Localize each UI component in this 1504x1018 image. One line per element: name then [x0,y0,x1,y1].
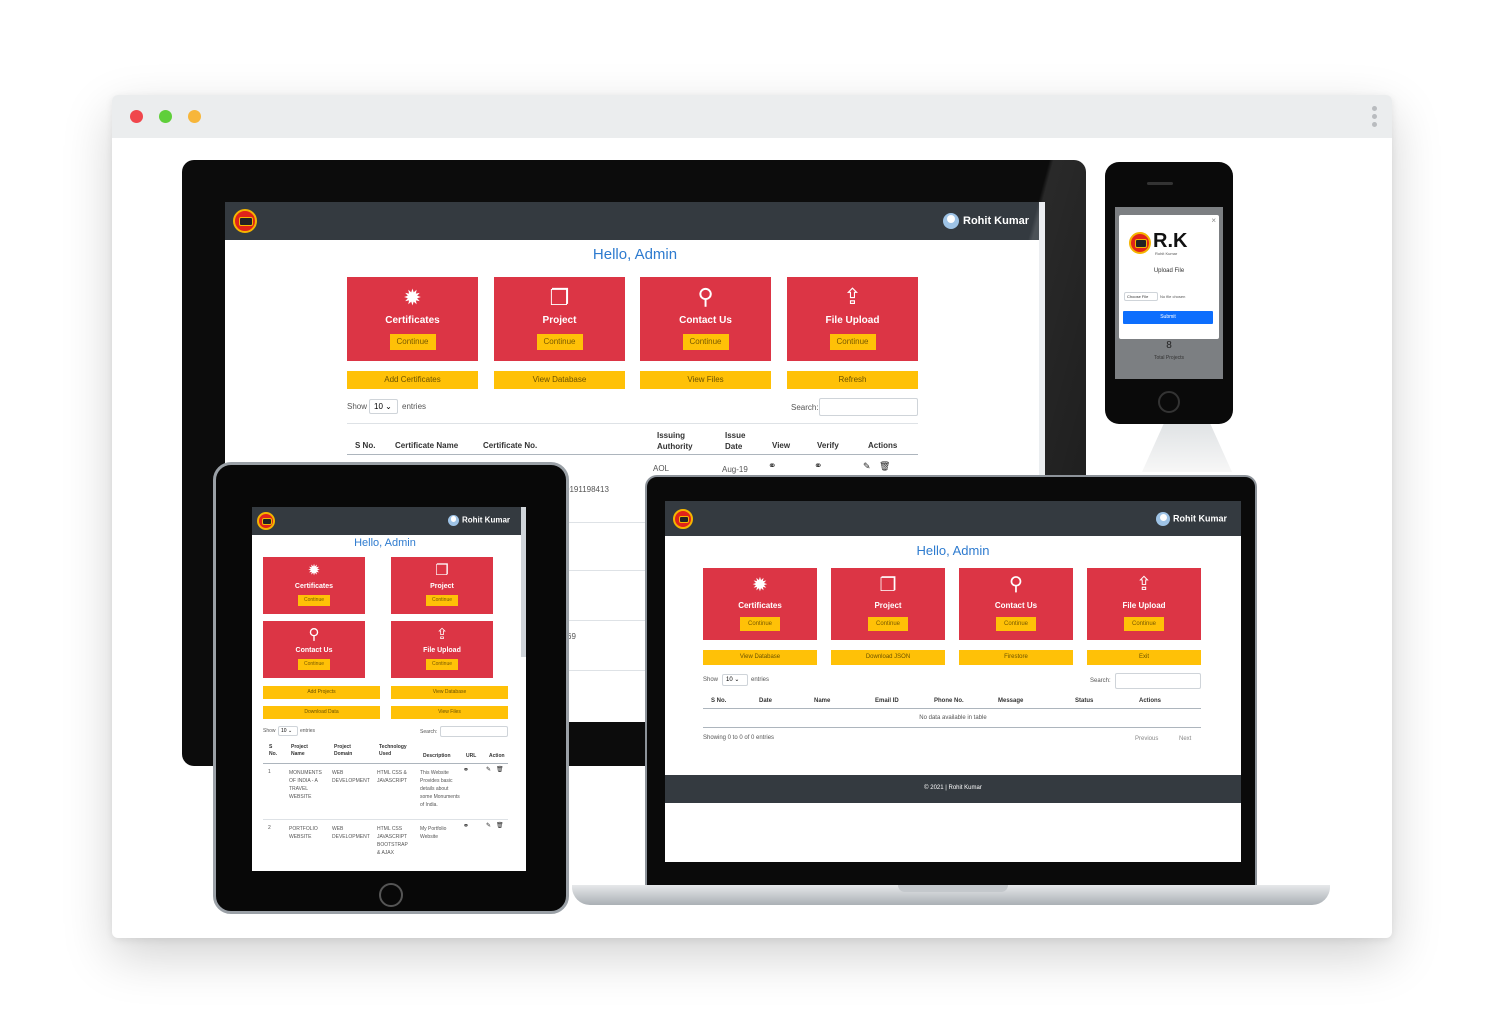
greeting: Hello, Admin [916,543,990,558]
tile-certificates[interactable]: ✹ Certificates Continue [263,557,365,614]
user-menu[interactable]: Rohit Kumar [1156,512,1227,526]
footer: © 2021 | Rohit Kumar [665,775,1241,803]
view-database-button[interactable]: View Database [494,371,625,389]
upload-modal: × R.K Rohit Kumar Upload File Choose Fil… [1119,215,1219,339]
laptop-navbar: Rohit Kumar [665,501,1241,536]
tile-project[interactable]: ❐ Project Continue [494,277,625,361]
laptop-screen: Rohit Kumar Hello, Admin ✹ Certificates … [665,501,1241,862]
trash-icon[interactable]: 🗑 [496,822,504,829]
certificate-icon: ✹ [752,575,768,596]
maximize-dot-icon[interactable] [159,110,172,123]
tile-certificates[interactable]: ✹ Certificates Continue [703,568,817,640]
tile-file-upload[interactable]: ⇪ File Upload Continue [787,277,918,361]
add-certificates-button[interactable]: Add Certificates [347,371,478,389]
continue-button[interactable]: Continue [682,334,729,350]
browser-window: Rohit Kumar Hello, Admin ✹ Certificates … [112,95,1392,938]
entries-select[interactable]: 10 ⌄ [369,399,398,414]
tile-file-upload[interactable]: ⇪ File Upload Continue [391,621,493,678]
search-input[interactable] [440,726,508,737]
entries-select[interactable]: 10 ⌄ [278,726,298,736]
avatar [448,515,459,526]
view-files-button[interactable]: View Files [391,706,508,719]
showcase-stage: Rohit Kumar Hello, Admin ✹ Certificates … [0,0,1504,1018]
edit-icon[interactable]: ✎ [486,766,491,773]
exit-button[interactable]: Exit [1087,650,1201,665]
tile-file-upload[interactable]: ⇪ File Upload Continue [1087,568,1201,640]
refresh-button[interactable]: Refresh [787,371,918,389]
tile-contact-us[interactable]: ⚲ Contact Us Continue [959,568,1073,640]
download-data-button[interactable]: Download Data [263,706,380,719]
add-projects-button[interactable]: Add Projects [263,686,380,699]
previous-button[interactable]: Previous [1135,736,1158,742]
link-icon[interactable]: ⚭ [814,461,822,472]
submit-button[interactable]: Submit [1123,311,1213,324]
empty-table-message: No data available in table [919,715,987,721]
phone-stand [1142,422,1232,472]
edit-icon[interactable]: ✎ [486,822,491,829]
tile-contact-us[interactable]: ⚲ Contact Us Continue [263,621,365,678]
user-name: Rohit Kumar [963,214,1029,227]
greeting: Hello, Admin [592,246,678,263]
next-button[interactable]: Next [1179,736,1191,742]
link-icon[interactable]: ⚭ [463,766,469,774]
link-icon[interactable]: ⚭ [768,461,776,472]
edit-icon[interactable]: ✎ [863,461,871,472]
kebab-menu-icon[interactable] [1370,106,1378,128]
continue-button[interactable]: Continue [536,334,583,350]
certificate-icon: ✹ [307,562,321,579]
firestore-button[interactable]: Firestore [959,650,1073,665]
phone-screen: × R.K Rohit Kumar Upload File Choose Fil… [1115,207,1223,379]
upload-icon: ⇪ [1136,574,1152,595]
entries-select[interactable]: 10 ⌄ [722,674,748,686]
continue-button[interactable]: Continue [829,334,876,350]
file-icon: ❐ [435,562,449,579]
view-database-button[interactable]: View Database [391,686,508,699]
view-database-button[interactable]: View Database [703,650,817,665]
logo-icon [1129,232,1151,254]
home-button-icon[interactable] [379,883,403,907]
close-icon[interactable]: × [1211,216,1216,225]
continue-button[interactable]: Continue [389,334,436,350]
monitor-navbar: Rohit Kumar [225,202,1045,240]
search-icon: ⚲ [308,626,320,643]
table-info: Showing 0 to 0 of 0 entries [703,735,775,741]
tile-project[interactable]: ❐ Project Continue [391,557,493,614]
choose-file-button[interactable]: Choose File [1124,292,1158,301]
search-input[interactable] [1115,673,1201,689]
file-icon: ❐ [549,285,570,310]
download-json-button[interactable]: Download JSON [831,650,945,665]
view-files-button[interactable]: View Files [640,371,771,389]
upload-icon: ⇪ [843,284,862,309]
logo-icon[interactable] [233,209,257,233]
avatar [943,213,959,229]
home-button-icon[interactable] [1158,391,1180,413]
user-menu[interactable]: Rohit Kumar [943,213,1029,229]
greeting: Hello, Admin [354,537,416,549]
tile-contact-us[interactable]: ⚲ Contact Us Continue [640,277,771,361]
upload-icon: ⇪ [435,626,449,643]
certificate-icon: ✹ [403,285,422,310]
logo-icon[interactable] [673,509,693,529]
scrollbar[interactable] [521,507,526,657]
tablet-screen: Rohit Kumar Hello, Admin ✹ Certificates … [252,507,526,871]
search-icon: ⚲ [697,284,714,309]
logo-icon[interactable] [257,512,275,530]
browser-titlebar [112,95,1392,138]
laptop-device: Rohit Kumar Hello, Admin ✹ Certificates … [645,475,1257,887]
user-menu[interactable]: Rohit Kumar [448,515,510,526]
mobile-phone: × R.K Rohit Kumar Upload File Choose Fil… [1105,162,1233,424]
tablet-navbar: Rohit Kumar [252,507,526,535]
link-icon[interactable]: ⚭ [463,822,469,830]
search-input[interactable] [819,398,918,416]
trash-icon[interactable]: 🗑 [879,461,890,472]
tile-certificates[interactable]: ✹ Certificates Continue [347,277,478,361]
tablet-device: Rohit Kumar Hello, Admin ✹ Certificates … [213,462,569,914]
trash-icon[interactable]: 🗑 [496,766,504,773]
file-icon: ❐ [879,575,897,596]
search-icon: ⚲ [1009,574,1023,595]
tile-project[interactable]: ❐ Project Continue [831,568,945,640]
minimize-dot-icon[interactable] [188,110,201,123]
close-dot-icon[interactable] [130,110,143,123]
avatar [1156,512,1170,526]
